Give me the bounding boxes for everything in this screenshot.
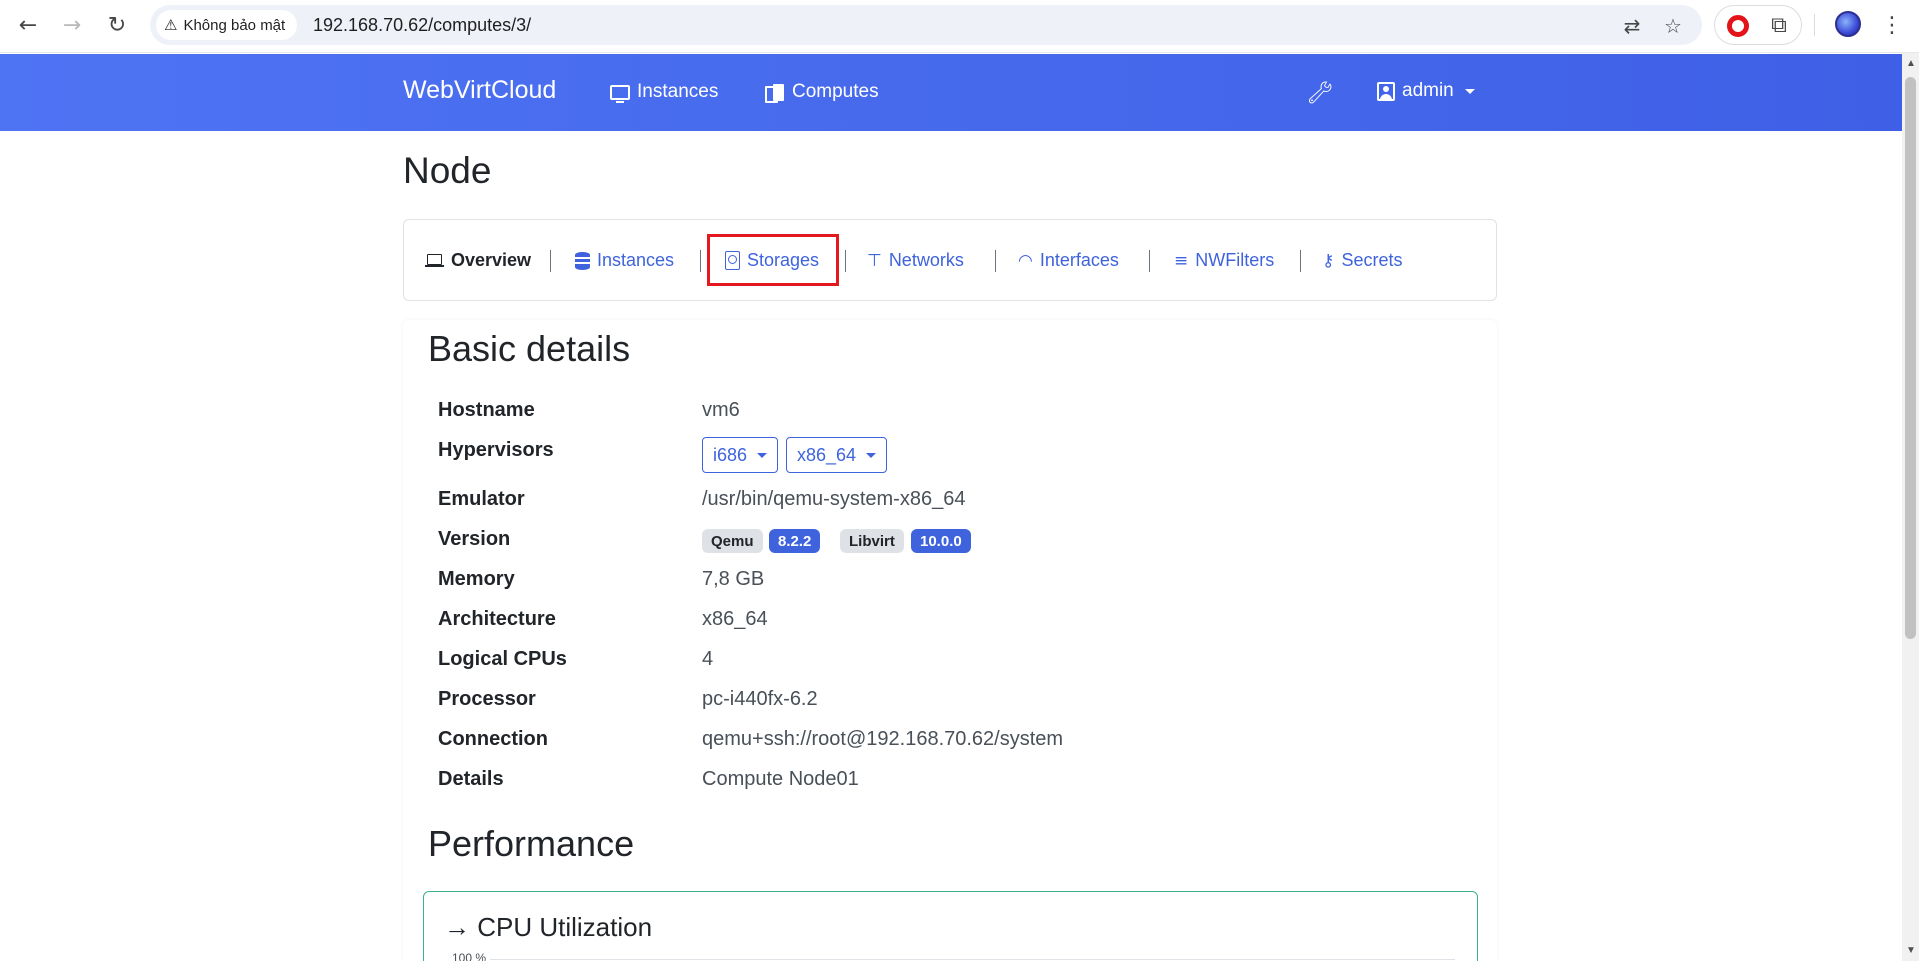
scroll-up-icon[interactable]: ▲	[1906, 58, 1916, 69]
brand-logo[interactable]: WebVirtCloud	[403, 76, 556, 105]
hypervisor-i686-dropdown[interactable]: i686	[702, 437, 779, 473]
tab-divider	[1149, 250, 1150, 272]
hypervisor-label: i686	[713, 444, 748, 465]
tab-overview[interactable]: Overview	[425, 250, 531, 271]
star-icon[interactable]: ☆	[1660, 13, 1686, 39]
tab-label: Secrets	[1341, 250, 1403, 270]
back-icon[interactable]: ←	[13, 10, 43, 40]
scroll-thumb[interactable]	[1905, 77, 1916, 639]
profile-icon[interactable]	[1835, 11, 1861, 37]
chevron-down-icon	[757, 452, 768, 458]
nav-instances-link[interactable]: Instances	[610, 81, 718, 103]
filter-icon: ≡	[1174, 250, 1189, 271]
tab-label: NWFilters	[1195, 250, 1275, 270]
chevron-down-icon	[866, 452, 877, 458]
hypervisor-x86-64-dropdown[interactable]: x86_64	[786, 437, 888, 473]
cpu-axis-label: 100 %	[452, 951, 487, 961]
connection-label: Connection	[438, 728, 548, 750]
hostname-label: Hostname	[438, 399, 535, 421]
key-icon: ⚷	[1322, 250, 1335, 271]
laptop-icon	[425, 254, 444, 267]
security-label: Không bảo mật	[183, 16, 286, 34]
details-label: Details	[438, 768, 504, 790]
memory-label: Memory	[438, 568, 515, 590]
tab-instances[interactable]: Instances	[575, 250, 674, 271]
hypervisor-label: x86_64	[797, 444, 857, 465]
warning-icon: ⚠	[164, 16, 178, 34]
tab-networks[interactable]: ⊤ Networks	[867, 250, 964, 271]
libvirt-version-badge: 10.0.0	[911, 529, 971, 553]
libvirt-badge: Libvirt	[840, 529, 904, 553]
details-value: Compute Node01	[702, 768, 859, 790]
page-title: Node	[403, 150, 492, 191]
server-icon	[765, 83, 785, 103]
emulator-value: /usr/bin/qemu-system-x86_64	[702, 488, 966, 510]
url-text[interactable]: 192.168.70.62/computes/3/	[313, 15, 531, 36]
monitor-icon	[610, 84, 630, 103]
chart-gridline	[490, 959, 1455, 960]
processor-label: Processor	[438, 688, 536, 710]
tab-divider	[995, 250, 996, 272]
architecture-label: Architecture	[438, 608, 556, 630]
user-icon	[1377, 81, 1395, 101]
nav-instances-label: Instances	[637, 81, 719, 102]
logical-cpus-label: Logical CPUs	[438, 648, 567, 670]
extensions-group: ⧉	[1714, 5, 1802, 45]
toolbar-divider	[1814, 14, 1815, 36]
tab-label: Instances	[597, 250, 675, 270]
wrench-icon[interactable]: 🔧︎	[1306, 79, 1331, 107]
tab-interfaces[interactable]: ◠ Interfaces	[1018, 250, 1119, 271]
nav-computes-label: Computes	[792, 81, 879, 102]
address-bar[interactable]: ⚠ Không bảo mật 192.168.70.62/computes/3…	[150, 5, 1702, 45]
extensions-icon[interactable]: ⧉	[1765, 11, 1793, 39]
database-icon	[575, 251, 590, 270]
tab-divider	[1300, 250, 1301, 272]
tab-divider	[700, 250, 701, 272]
opera-icon[interactable]	[1727, 15, 1749, 37]
network-icon: ⊤	[867, 250, 882, 271]
cpu-utilization-title: → CPU Utilization	[444, 912, 653, 942]
basic-details-title: Basic details	[428, 328, 631, 369]
scroll-down-icon[interactable]: ▼	[1906, 945, 1916, 956]
wifi-icon: ◠	[1018, 250, 1033, 271]
qemu-badge: Qemu	[702, 529, 763, 553]
memory-value: 7,8 GB	[702, 568, 765, 590]
qemu-version-badge: 8.2.2	[769, 529, 821, 553]
tab-label: Overview	[451, 250, 532, 270]
browser-toolbar: ← → ↻ ⚠ Không bảo mật 192.168.70.62/comp…	[0, 0, 1919, 53]
tab-divider	[550, 250, 551, 272]
page-scrollbar[interactable]: ▲ ▼	[1902, 53, 1919, 961]
tab-label: Interfaces	[1039, 250, 1119, 270]
user-menu[interactable]: admin	[1377, 80, 1475, 102]
tab-label: Networks	[888, 250, 964, 270]
storages-highlight	[707, 234, 839, 286]
menu-icon[interactable]: ⋮	[1881, 10, 1903, 40]
user-label: admin	[1402, 80, 1454, 101]
forward-icon[interactable]: →	[57, 10, 87, 40]
nav-computes-link[interactable]: Computes	[765, 81, 879, 103]
hypervisors-label: Hypervisors	[438, 439, 554, 461]
security-chip[interactable]: ⚠ Không bảo mật	[156, 10, 298, 40]
architecture-value: x86_64	[702, 608, 768, 630]
hostname-value: vm6	[702, 399, 740, 421]
tab-divider	[845, 250, 846, 272]
chevron-down-icon	[1464, 88, 1475, 94]
logical-cpus-value: 4	[702, 648, 714, 670]
node-tabs: Overview Instances Storages ⊤ Networks ◠…	[403, 219, 1497, 301]
reload-icon[interactable]: ↻	[102, 10, 132, 40]
top-navbar: WebVirtCloud Instances Computes 🔧︎ admin	[0, 54, 1902, 131]
translate-icon[interactable]: ⇄	[1619, 13, 1645, 39]
processor-value: pc-i440fx-6.2	[702, 688, 818, 710]
tab-secrets[interactable]: ⚷ Secrets	[1322, 250, 1402, 271]
performance-title: Performance	[428, 823, 635, 864]
version-label: Version	[438, 528, 511, 550]
connection-value: qemu+ssh://root@192.168.70.62/system	[702, 728, 1064, 750]
tab-nwfilters[interactable]: ≡ NWFilters	[1174, 250, 1274, 271]
emulator-label: Emulator	[438, 488, 525, 510]
